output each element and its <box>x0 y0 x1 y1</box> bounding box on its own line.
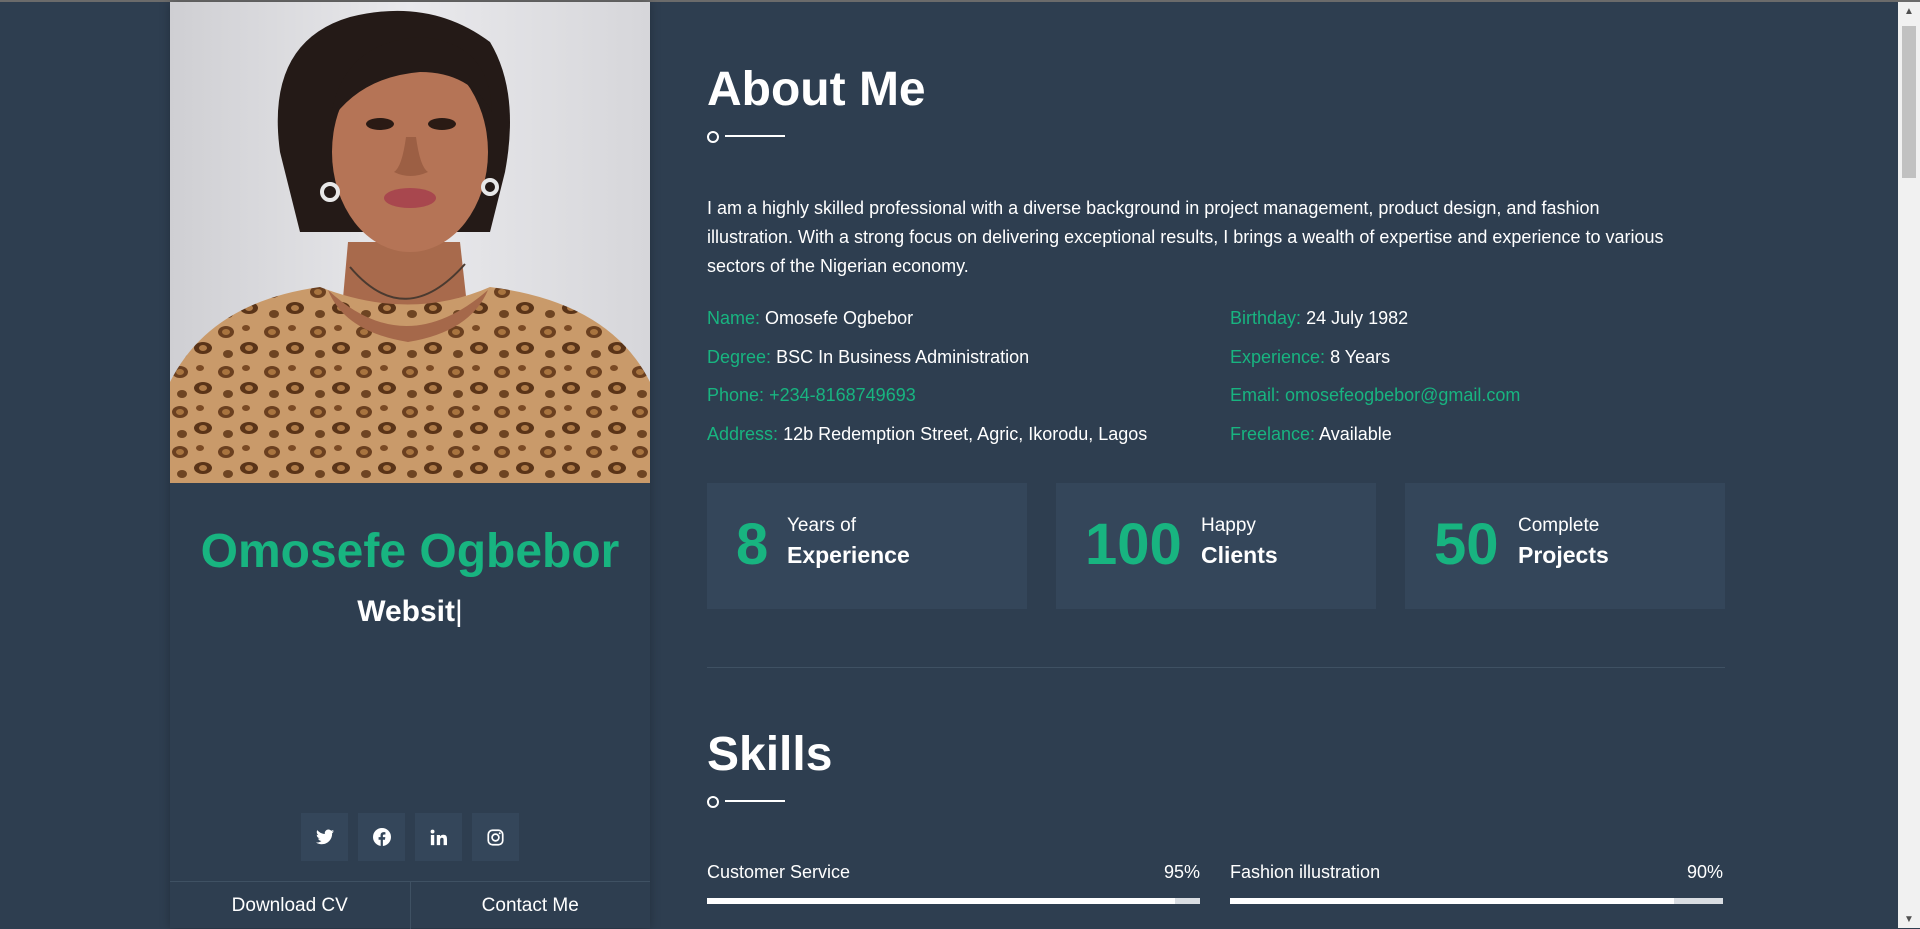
about-title-divider <box>707 130 787 143</box>
info-experience-label: Experience: <box>1230 347 1326 367</box>
info-degree-value: BSC In Business Administration <box>776 347 1030 367</box>
info-birthday: Birthday: 24 July 1982 <box>1230 308 1408 329</box>
facebook-icon <box>372 828 391 846</box>
facebook-button[interactable] <box>358 813 405 861</box>
info-email-label: Email: <box>1230 385 1281 405</box>
skill-name: Fashion illustration <box>1230 862 1381 882</box>
download-cv-button[interactable]: Download CV <box>170 882 410 929</box>
info-phone-label: Phone: <box>707 385 765 405</box>
stat-number: 50 <box>1434 512 1499 577</box>
stat-caption-bottom: Clients <box>1201 542 1278 568</box>
info-birthday-label: Birthday: <box>1230 308 1302 328</box>
info-degree-label: Degree: <box>707 347 772 367</box>
skill-progress-track <box>1230 898 1723 904</box>
twitter-icon <box>315 829 334 845</box>
info-degree: Degree: BSC In Business Administration <box>707 347 1029 368</box>
info-freelance-label: Freelance: <box>1230 424 1316 444</box>
vertical-scrollbar[interactable]: ▲ ▼ <box>1898 2 1920 928</box>
linkedin-icon <box>430 829 447 845</box>
skill-percent: 95% <box>1163 862 1200 882</box>
about-bio: I am a highly skilled professional with … <box>707 198 1664 276</box>
scroll-thumb[interactable] <box>1902 26 1916 178</box>
skill-percent: 90% <box>1686 862 1723 882</box>
stat-card-projects: 50 Complete Projects <box>1405 483 1725 609</box>
typed-role-text: Websit| <box>170 595 650 629</box>
instagram-icon <box>487 828 504 846</box>
scroll-up-icon[interactable]: ▲ <box>1898 2 1920 20</box>
info-freelance-value: Available <box>1319 424 1392 444</box>
skill-name: Customer Service <box>707 862 851 882</box>
stat-number: 8 <box>736 512 769 577</box>
info-name-value: Omosefe Ogbebor <box>765 308 914 328</box>
cv-actions: Download CV Contact Me <box>170 881 650 929</box>
info-experience-value: 8 Years <box>1330 347 1391 367</box>
stat-caption-bottom: Experience <box>787 542 910 568</box>
stat-caption-top: Years of <box>787 515 857 536</box>
info-email-value[interactable]: omosefeogbebor@gmail.com <box>1285 385 1520 405</box>
skill-progress-fill <box>707 898 1176 904</box>
info-phone-value[interactable]: +234-8168749693 <box>769 385 916 405</box>
skills-title: Skills <box>707 728 833 781</box>
twitter-button[interactable] <box>301 813 348 861</box>
stat-card-clients: 100 Happy Clients <box>1056 483 1376 609</box>
stat-card-experience: 8 Years of Experience <box>707 483 1027 609</box>
info-phone: Phone: +234-8168749693 <box>707 385 916 406</box>
profile-name: Omosefe Ogbebor <box>200 525 620 578</box>
info-birthday-value: 24 July 1982 <box>1306 308 1409 328</box>
social-links <box>170 813 650 861</box>
stat-caption-bottom: Projects <box>1518 542 1609 568</box>
typing-cursor: | <box>455 595 463 628</box>
info-name-label: Name: <box>707 308 761 328</box>
profile-card: Omosefe Ogbebor Websit| Download CV Cont… <box>170 2 650 929</box>
skills-title-divider <box>707 795 787 808</box>
about-title: About Me <box>707 63 926 116</box>
info-address-value: 12b Redemption Street, Agric, Ikorodu, L… <box>783 424 1148 444</box>
scroll-down-icon[interactable]: ▼ <box>1898 910 1920 928</box>
info-address-label: Address: <box>707 424 779 444</box>
stat-caption-top: Happy <box>1201 515 1256 536</box>
info-email: Email: omosefeogbebor@gmail.com <box>1230 385 1520 406</box>
linkedin-button[interactable] <box>415 813 462 861</box>
profile-photo <box>170 2 650 483</box>
contact-me-button[interactable]: Contact Me <box>409 882 651 929</box>
section-divider <box>707 667 1725 668</box>
stat-number: 100 <box>1085 512 1182 577</box>
stat-caption-top: Complete <box>1518 515 1600 536</box>
info-experience: Experience: 8 Years <box>1230 347 1390 368</box>
typed-text: Websit <box>357 595 455 628</box>
skill-progress-fill <box>1230 898 1674 904</box>
info-freelance: Freelance: Available <box>1230 424 1392 445</box>
info-address: Address: 12b Redemption Street, Agric, I… <box>707 424 1147 445</box>
instagram-button[interactable] <box>472 813 519 861</box>
skill-progress-track <box>707 898 1200 904</box>
info-name: Name: Omosefe Ogbebor <box>707 308 913 329</box>
